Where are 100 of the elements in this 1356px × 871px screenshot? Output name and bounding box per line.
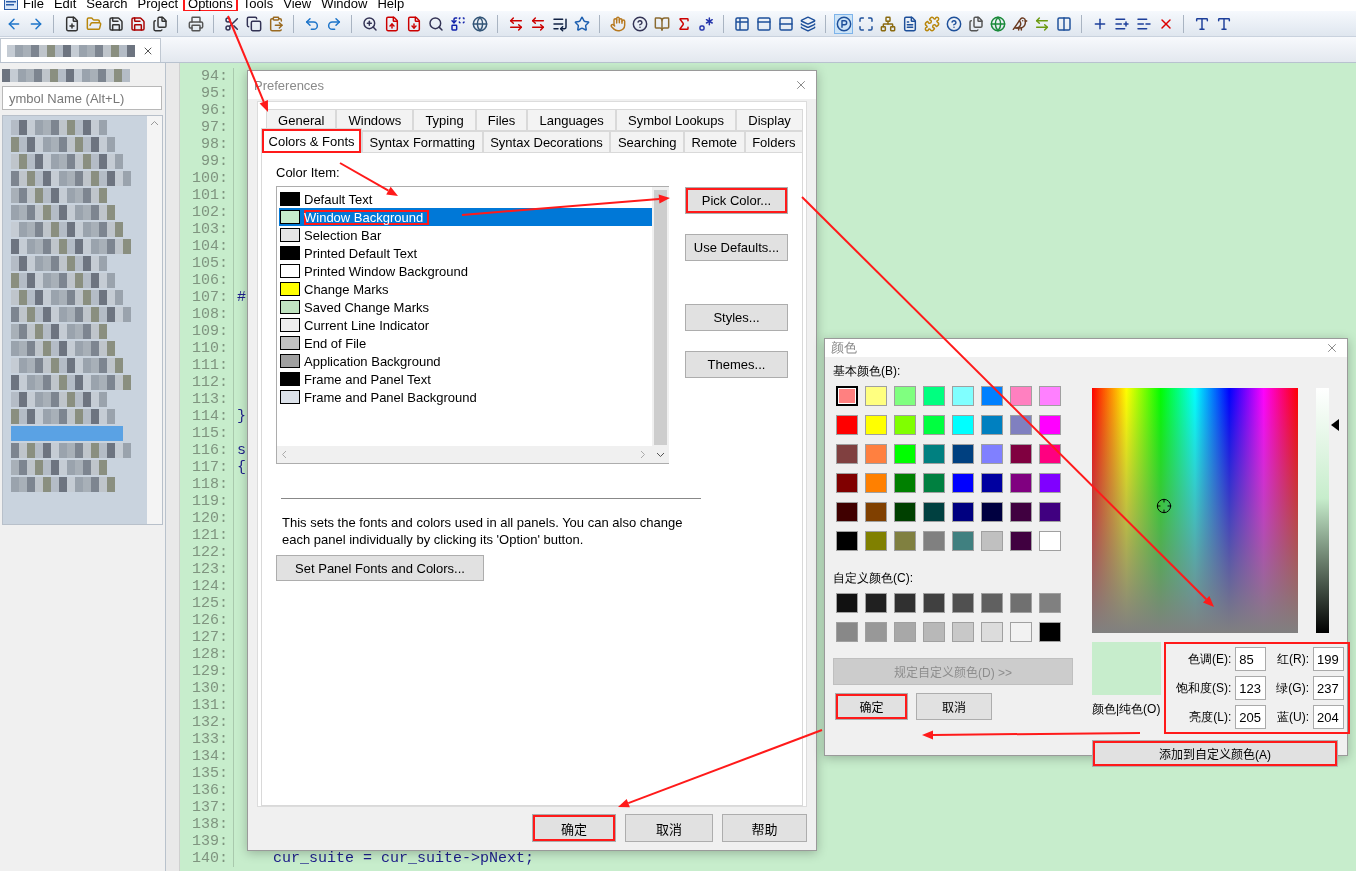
crosshair-icon[interactable] — [1156, 498, 1172, 514]
number-field[interactable]: 123 — [1235, 676, 1267, 700]
color-swatch[interactable] — [952, 622, 974, 642]
arrows-icon[interactable] — [529, 15, 546, 32]
color-swatch[interactable] — [1039, 473, 1061, 493]
color-swatch[interactable] — [981, 473, 1003, 493]
color-swatch[interactable] — [952, 386, 974, 406]
star-icon[interactable] — [573, 15, 590, 32]
color-swatch[interactable] — [836, 415, 858, 435]
color-swatch[interactable] — [865, 444, 887, 464]
color-swatch[interactable] — [894, 473, 916, 493]
help-icon[interactable] — [945, 15, 962, 32]
dialog-button[interactable]: 帮助 — [722, 814, 807, 842]
printer-icon[interactable] — [187, 15, 204, 32]
files-icon[interactable] — [967, 15, 984, 32]
color-swatch[interactable] — [1010, 502, 1032, 522]
list-item[interactable]: Application Background — [279, 352, 652, 370]
chevron-up-icon[interactable] — [150, 120, 159, 126]
book-icon[interactable] — [653, 15, 670, 32]
color-swatch[interactable] — [981, 444, 1003, 464]
tab[interactable]: Syntax Formatting — [362, 131, 483, 153]
dialog-button[interactable]: Styles... — [685, 304, 788, 331]
files-icon[interactable] — [151, 15, 168, 32]
file-down-icon[interactable] — [405, 15, 422, 32]
list-item[interactable]: Default Text — [279, 190, 652, 208]
regex-icon[interactable] — [697, 15, 714, 32]
color-swatch[interactable] — [923, 415, 945, 435]
color-swatch[interactable] — [981, 386, 1003, 406]
tab[interactable]: Searching — [610, 131, 684, 153]
tab[interactable]: Windows — [336, 109, 414, 131]
luminance-slider[interactable] — [1316, 388, 1339, 633]
color-swatch[interactable] — [836, 444, 858, 464]
tab[interactable]: Typing — [413, 109, 476, 131]
number-field[interactable]: 237 — [1313, 676, 1344, 700]
color-swatch[interactable] — [923, 444, 945, 464]
color-swatch[interactable] — [923, 531, 945, 551]
list-item[interactable]: Printed Window Background — [279, 262, 652, 280]
color-swatch[interactable] — [923, 502, 945, 522]
color-swatch[interactable] — [952, 444, 974, 464]
color-swatch[interactable] — [952, 473, 974, 493]
list-item[interactable]: Current Line Indicator — [279, 316, 652, 334]
add-custom-color-button[interactable]: 添加到自定义颜色(A) — [1092, 740, 1338, 767]
set-panel-fonts-button[interactable]: Set Panel Fonts and Colors... — [276, 555, 484, 581]
document-icon[interactable] — [901, 15, 918, 32]
symbol-tree[interactable] — [2, 115, 163, 525]
color-swatch[interactable] — [952, 415, 974, 435]
tab[interactable]: Folders — [744, 131, 804, 153]
dialog-button[interactable]: 确定 — [532, 814, 616, 842]
puzzle-icon[interactable] — [923, 15, 940, 32]
globe-icon[interactable] — [989, 15, 1006, 32]
color-swatch[interactable] — [923, 473, 945, 493]
search-icon[interactable] — [427, 15, 444, 32]
save-icon[interactable] — [129, 15, 146, 32]
slider-thumb[interactable] — [1331, 418, 1339, 431]
copy-icon[interactable] — [245, 15, 262, 32]
tab[interactable]: Remote — [684, 131, 745, 153]
list-item[interactable]: Selection Bar — [279, 226, 652, 244]
dialog-button[interactable]: Use Defaults... — [685, 234, 788, 261]
color-swatch[interactable] — [1039, 593, 1061, 613]
color-swatch[interactable] — [865, 502, 887, 522]
clipboard-icon[interactable] — [267, 15, 284, 32]
color-swatch[interactable] — [1010, 593, 1032, 613]
color-swatch[interactable] — [1039, 444, 1061, 464]
editor-tab[interactable] — [0, 38, 161, 62]
tab[interactable]: General — [266, 109, 337, 131]
scrollbar[interactable] — [147, 116, 162, 524]
color-swatch[interactable] — [865, 473, 887, 493]
columns-icon[interactable] — [1055, 15, 1072, 32]
color-swatch[interactable] — [1010, 622, 1032, 642]
number-field[interactable]: 199 — [1313, 647, 1344, 671]
color-swatch[interactable] — [1039, 415, 1061, 435]
close-icon[interactable] — [1325, 341, 1339, 355]
color-swatch[interactable] — [865, 531, 887, 551]
globe-icon[interactable] — [471, 15, 488, 32]
table-icon[interactable] — [733, 15, 750, 32]
help-icon[interactable] — [631, 15, 648, 32]
dialog-button[interactable]: 取消 — [625, 814, 713, 842]
dialog-button[interactable]: Pick Color... — [685, 187, 788, 214]
tab[interactable]: Files — [475, 109, 528, 131]
color-swatch[interactable] — [836, 473, 858, 493]
list-item[interactable]: Frame and Panel Background — [279, 388, 652, 406]
text-icon[interactable] — [1215, 15, 1232, 32]
color-swatch[interactable] — [1010, 444, 1032, 464]
tab[interactable]: Syntax Decorations — [482, 131, 611, 153]
tab[interactable]: Display — [736, 109, 803, 131]
file-plus-icon[interactable] — [63, 15, 80, 32]
number-field[interactable]: 85 — [1235, 647, 1267, 671]
color-swatch[interactable] — [1010, 415, 1032, 435]
rows-icon[interactable] — [777, 15, 794, 32]
folder-icon[interactable] — [85, 15, 102, 32]
ok-button[interactable]: 确定 — [835, 693, 908, 720]
color-swatch[interactable] — [836, 593, 858, 613]
list-item[interactable]: End of File — [279, 334, 652, 352]
color-swatch[interactable] — [981, 622, 1003, 642]
color-swatch[interactable] — [865, 386, 887, 406]
color-swatch[interactable] — [952, 502, 974, 522]
parking-icon[interactable] — [835, 15, 852, 32]
file-up-icon[interactable] — [383, 15, 400, 32]
color-swatch[interactable] — [1010, 531, 1032, 551]
save-icon[interactable] — [107, 15, 124, 32]
